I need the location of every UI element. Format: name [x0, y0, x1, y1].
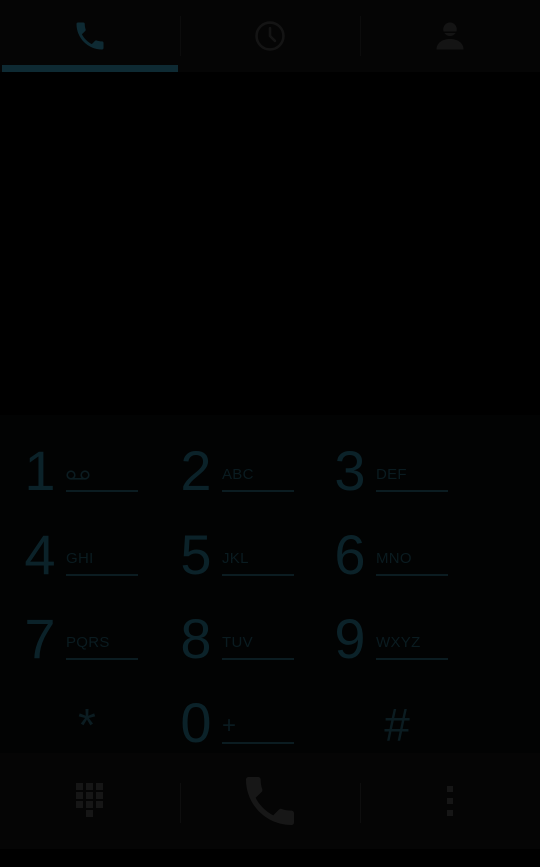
more-vertical-icon: [447, 786, 453, 816]
key-7[interactable]: 7 PQRS: [20, 593, 170, 677]
dialpad-grid-icon: [76, 783, 103, 817]
digits-display[interactable]: [0, 72, 540, 415]
key-0[interactable]: 0 +: [176, 677, 326, 761]
person-icon: [436, 22, 464, 50]
key-letters: DEF: [376, 466, 448, 492]
tab-dialpad[interactable]: [0, 0, 180, 72]
key-digit: #: [384, 699, 410, 751]
key-9[interactable]: 9 WXYZ: [330, 593, 480, 677]
tab-bar: [0, 0, 540, 72]
key-6[interactable]: 6 MNO: [330, 509, 480, 593]
voicemail-icon: [66, 470, 90, 480]
key-letters: +: [222, 713, 294, 744]
phone-icon: [76, 22, 104, 50]
key-digit: 2: [180, 439, 212, 502]
key-pound[interactable]: #: [322, 677, 472, 761]
key-letters: MNO: [376, 550, 448, 576]
key-letters: GHI: [66, 550, 138, 576]
key-letters: ABC: [222, 466, 294, 492]
key-star[interactable]: *: [12, 677, 162, 761]
overflow-menu-button[interactable]: [360, 753, 540, 849]
system-navigation-bar: [0, 849, 540, 867]
key-digit: 5: [180, 523, 212, 586]
phone-icon: [246, 777, 294, 825]
tab-call-log[interactable]: [180, 0, 360, 72]
key-letters: [66, 466, 138, 492]
dialer-action-bar: [0, 753, 540, 849]
key-digit: 7: [24, 607, 56, 670]
key-digit: 9: [334, 607, 366, 670]
key-3[interactable]: 3 DEF: [330, 425, 480, 509]
key-digit: 1: [24, 439, 56, 502]
key-digit: 8: [180, 607, 212, 670]
key-5[interactable]: 5 JKL: [176, 509, 326, 593]
key-digit: *: [78, 699, 96, 751]
key-letters: PQRS: [66, 634, 138, 660]
key-1[interactable]: 1: [20, 425, 170, 509]
dialpad-toggle-button[interactable]: [0, 753, 180, 849]
key-4[interactable]: 4 GHI: [20, 509, 170, 593]
key-letters: JKL: [222, 550, 294, 576]
clock-icon: [255, 21, 285, 51]
selected-tab-indicator: [2, 65, 178, 72]
key-letters: TUV: [222, 634, 294, 660]
key-digit: 3: [334, 439, 366, 502]
dialer-screen: 1 2 ABC 3 DEF 4 GHI 5 JKL 6 MNO 7 PQRS 8…: [0, 0, 540, 867]
key-letters: WXYZ: [376, 634, 448, 660]
dialpad: 1 2 ABC 3 DEF 4 GHI 5 JKL 6 MNO 7 PQRS 8…: [0, 415, 540, 754]
key-digit: 4: [24, 523, 56, 586]
key-digit: 0: [180, 691, 212, 754]
tab-contacts[interactable]: [360, 0, 540, 72]
call-button[interactable]: [180, 753, 360, 849]
key-8[interactable]: 8 TUV: [176, 593, 326, 677]
key-digit: 6: [334, 523, 366, 586]
key-2[interactable]: 2 ABC: [176, 425, 326, 509]
